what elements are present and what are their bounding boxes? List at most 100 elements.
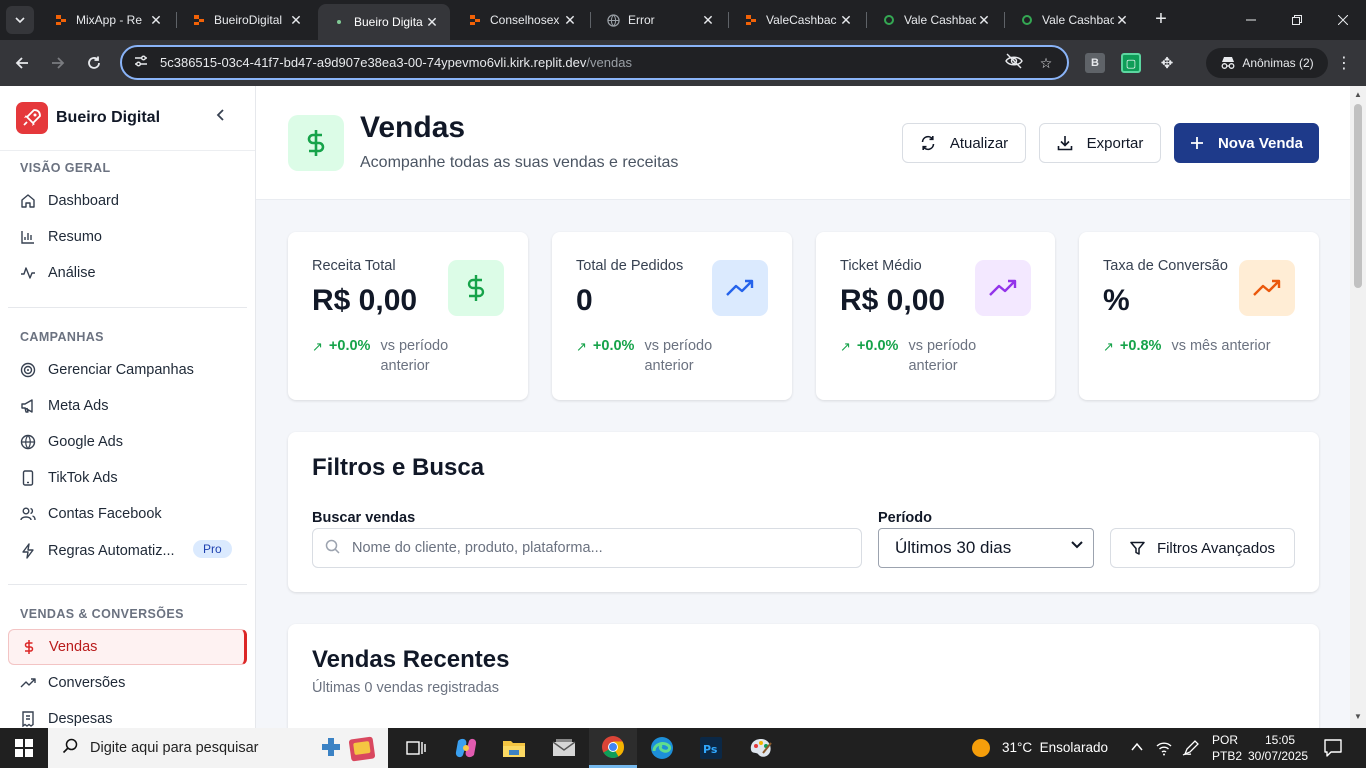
tab-title: ValeCashbac bbox=[766, 13, 837, 27]
keyboard-layout-indicator[interactable]: PTB2 bbox=[1212, 749, 1242, 763]
main-content: Vendas Acompanhe todas as suas vendas e … bbox=[256, 86, 1350, 728]
scroll-up-icon[interactable]: ▲ bbox=[1354, 90, 1362, 99]
collapse-sidebar-button[interactable] bbox=[216, 108, 226, 124]
close-icon[interactable]: ✕ bbox=[976, 12, 992, 29]
sidebar-item-dashboard[interactable]: Dashboard bbox=[0, 183, 255, 219]
arrow-right-icon bbox=[52, 57, 65, 69]
search-highlight-icon bbox=[318, 734, 384, 767]
restore-button[interactable] bbox=[1274, 0, 1320, 40]
sidebar-item-contas-facebook[interactable]: Contas Facebook bbox=[0, 496, 255, 532]
clock-date[interactable]: 30/07/2025 bbox=[1248, 749, 1308, 763]
sidebar-item-gerenciar-campanhas[interactable]: Gerenciar Campanhas bbox=[0, 352, 255, 388]
scrollbar-thumb[interactable] bbox=[1354, 104, 1362, 288]
close-icon[interactable]: ✕ bbox=[562, 12, 578, 29]
tab-title: Vale Cashbac bbox=[904, 13, 976, 27]
pen-icon[interactable] bbox=[1182, 740, 1200, 761]
close-icon[interactable]: ✕ bbox=[700, 12, 716, 29]
sidebar-item-label: Meta Ads bbox=[48, 398, 109, 414]
trending-up-icon bbox=[712, 260, 768, 316]
language-indicator[interactable]: POR bbox=[1212, 733, 1238, 747]
search-field[interactable] bbox=[312, 528, 862, 568]
browser-tab[interactable]: BueiroDigital ✕ bbox=[178, 4, 314, 36]
close-icon[interactable]: ✕ bbox=[288, 12, 304, 29]
site-info-icon[interactable] bbox=[134, 54, 152, 71]
replit-icon bbox=[192, 13, 206, 27]
minimize-button[interactable] bbox=[1228, 0, 1274, 40]
brand-name: Bueiro Digital bbox=[56, 109, 161, 126]
sidebar-item-label: Análise bbox=[48, 265, 96, 281]
incognito-profile-button[interactable]: Anônimas (2) bbox=[1206, 48, 1328, 78]
file-explorer-button[interactable] bbox=[490, 728, 538, 768]
browser-toolbar: 5c386515-03c4-41f7-bd47-a9d907e38ea3-00-… bbox=[0, 40, 1366, 86]
page-subtitle: Acompanhe todas as suas vendas e receita… bbox=[360, 154, 679, 171]
sidebar-item-analise[interactable]: Análise bbox=[0, 255, 255, 291]
notification-icon[interactable] bbox=[1324, 739, 1342, 762]
close-icon[interactable]: ✕ bbox=[148, 12, 164, 29]
stat-change-percent: +0.0% bbox=[592, 338, 635, 354]
page-scrollbar[interactable]: ▲ ▼ bbox=[1350, 86, 1366, 728]
browser-menu-icon[interactable]: ⋮ bbox=[1336, 53, 1352, 73]
close-window-button[interactable] bbox=[1320, 0, 1366, 40]
period-label: Período bbox=[878, 510, 932, 526]
refresh-button[interactable]: Atualizar bbox=[902, 123, 1026, 163]
sidebar-item-meta-ads[interactable]: Meta Ads bbox=[0, 388, 255, 424]
sidebar-item-regras-automatizadas[interactable]: Regras Automatiz... Pro bbox=[0, 532, 255, 570]
green-icon bbox=[882, 13, 896, 27]
new-sale-button[interactable]: Nova Venda bbox=[1174, 123, 1319, 163]
sidebar-item-despesas[interactable]: Despesas bbox=[0, 701, 255, 728]
taskbar-search[interactable]: Digite aqui para pesquisar bbox=[48, 728, 388, 768]
wifi-icon[interactable] bbox=[1155, 740, 1173, 761]
weather-text[interactable]: 31°C Ensolarado bbox=[1002, 740, 1108, 755]
close-icon[interactable]: ✕ bbox=[838, 12, 854, 29]
sidebar-item-vendas[interactable]: Vendas bbox=[8, 629, 247, 665]
edge-button[interactable] bbox=[638, 728, 686, 768]
period-select[interactable]: Últimos 30 dias bbox=[878, 528, 1094, 568]
sidebar-item-label: Resumo bbox=[48, 229, 102, 245]
eye-off-icon[interactable] bbox=[1004, 53, 1024, 73]
sidebar-item-conversoes[interactable]: Conversões bbox=[0, 665, 255, 701]
stat-change: ↗ +0.0% vs período anterior bbox=[840, 336, 998, 376]
extension-square-icon[interactable]: ▢ bbox=[1121, 53, 1141, 73]
advanced-filters-button[interactable]: Filtros Avançados bbox=[1110, 528, 1295, 568]
close-icon[interactable]: ✕ bbox=[424, 14, 440, 31]
browser-tab[interactable]: Conselhosex ✕ bbox=[454, 4, 588, 36]
search-input[interactable] bbox=[352, 540, 832, 556]
copilot-button[interactable] bbox=[442, 728, 490, 768]
browser-tab[interactable]: Error ✕ bbox=[592, 4, 726, 36]
photoshop-button[interactable]: Ps bbox=[687, 728, 735, 768]
reload-button[interactable] bbox=[80, 49, 108, 77]
start-button[interactable] bbox=[0, 728, 48, 768]
chrome-button[interactable] bbox=[589, 728, 637, 768]
browser-tab[interactable]: Vale Cashbac ✕ bbox=[1006, 4, 1140, 36]
extensions-puzzle-icon[interactable]: ✥ bbox=[1157, 53, 1177, 73]
extension-b-icon[interactable]: B bbox=[1085, 53, 1105, 73]
chevron-up-icon[interactable] bbox=[1130, 740, 1144, 759]
browser-tab-active[interactable]: Bueiro Digita ✕ bbox=[318, 4, 450, 40]
sidebar-item-google-ads[interactable]: Google Ads bbox=[0, 424, 255, 460]
export-button[interactable]: Exportar bbox=[1039, 123, 1161, 163]
scroll-down-icon[interactable]: ▼ bbox=[1354, 712, 1362, 721]
tab-search-button[interactable] bbox=[6, 6, 34, 34]
profile-label: Anônimas (2) bbox=[1242, 56, 1314, 70]
sidebar-item-tiktok-ads[interactable]: TikTok Ads bbox=[0, 460, 255, 496]
clock-time[interactable]: 15:05 bbox=[1265, 733, 1295, 747]
browser-tab[interactable]: ValeCashbac ✕ bbox=[730, 4, 864, 36]
browser-tab[interactable]: MixApp - Re ✕ bbox=[40, 4, 174, 36]
task-view-button[interactable] bbox=[392, 728, 440, 768]
receipt-icon bbox=[20, 711, 36, 727]
close-icon[interactable]: ✕ bbox=[1114, 12, 1130, 29]
address-bar[interactable]: 5c386515-03c4-41f7-bd47-a9d907e38ea3-00-… bbox=[120, 45, 1069, 80]
stat-card-revenue: Receita Total R$ 0,00 ↗ +0.0% vs período… bbox=[288, 232, 528, 400]
star-icon[interactable]: ☆ bbox=[1036, 53, 1056, 73]
search-icon bbox=[62, 738, 78, 759]
paint-button[interactable] bbox=[737, 728, 785, 768]
new-tab-button[interactable]: + bbox=[1150, 8, 1172, 30]
browser-tab[interactable]: Vale Cashbac ✕ bbox=[868, 4, 1002, 36]
restore-icon bbox=[1292, 15, 1302, 25]
sidebar-item-resumo[interactable]: Resumo bbox=[0, 219, 255, 255]
forward-button[interactable] bbox=[44, 49, 72, 77]
incognito-icon bbox=[1221, 57, 1235, 69]
back-button[interactable] bbox=[8, 49, 36, 77]
mail-button[interactable] bbox=[540, 728, 588, 768]
zap-icon bbox=[20, 543, 36, 559]
